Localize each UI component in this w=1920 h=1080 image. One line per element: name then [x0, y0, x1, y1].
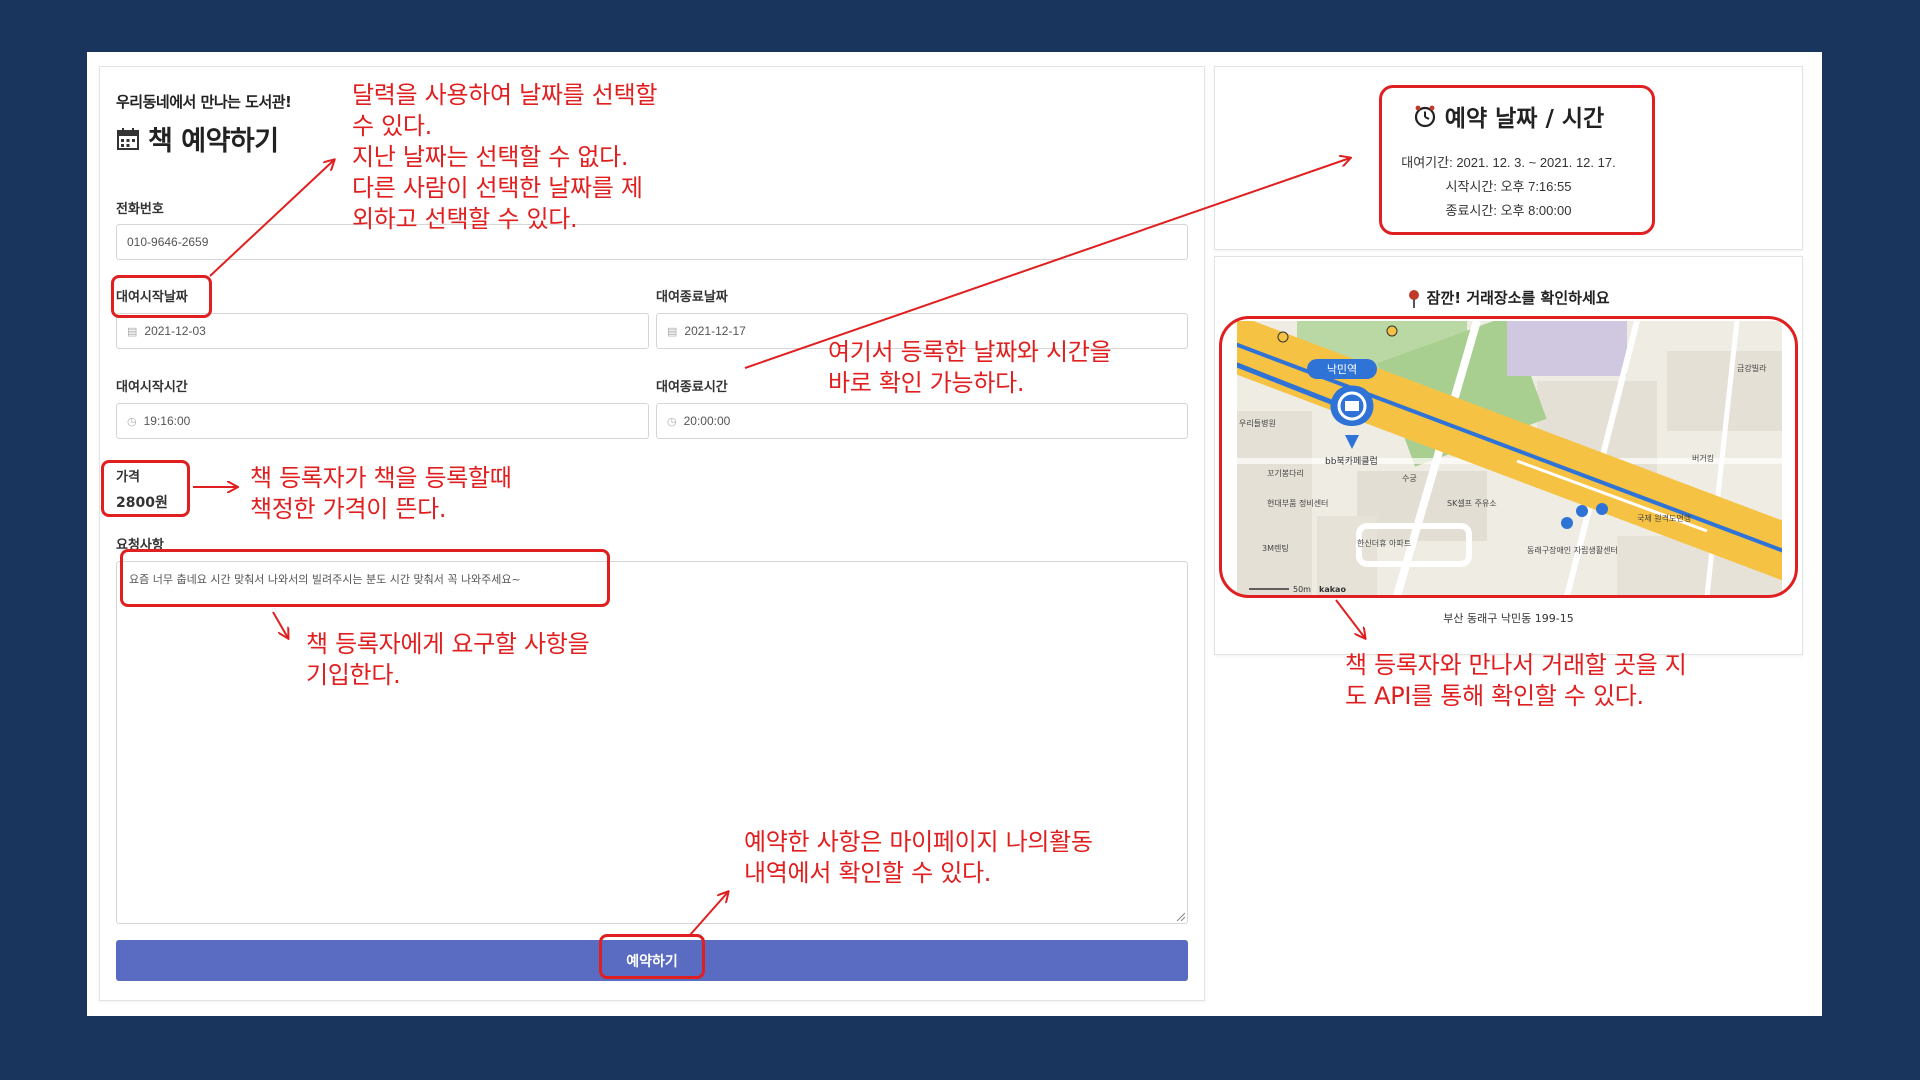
note-calendar: 달력을 사용하여 날짜를 선택할 수 있다. 지난 날짜는 선택할 수 없다. …	[352, 81, 658, 233]
annotation-arrows	[193, 0, 1920, 936]
arrow-mypage	[689, 892, 728, 936]
note-mypage: 예약한 사항은 마이페이지 나의활동 내역에서 확인할 수 있다.	[744, 828, 1093, 887]
note-request: 책 등록자에게 요구할 사항을 기입한다.	[306, 630, 590, 689]
note-map: 책 등록자와 만나서 거래할 곳을 지 도 API를 통해 확인할 수 있다.	[1345, 651, 1687, 710]
arrow-request	[272, 611, 288, 638]
note-price: 책 등록자가 책을 등록할때 책정한 가격이 뜬다.	[250, 464, 512, 523]
arrow-map	[1335, 599, 1365, 638]
arrow-calendar	[209, 160, 334, 277]
note-confirm: 여기서 등록한 날짜와 시간을 바로 확인 가능하다.	[828, 338, 1112, 397]
